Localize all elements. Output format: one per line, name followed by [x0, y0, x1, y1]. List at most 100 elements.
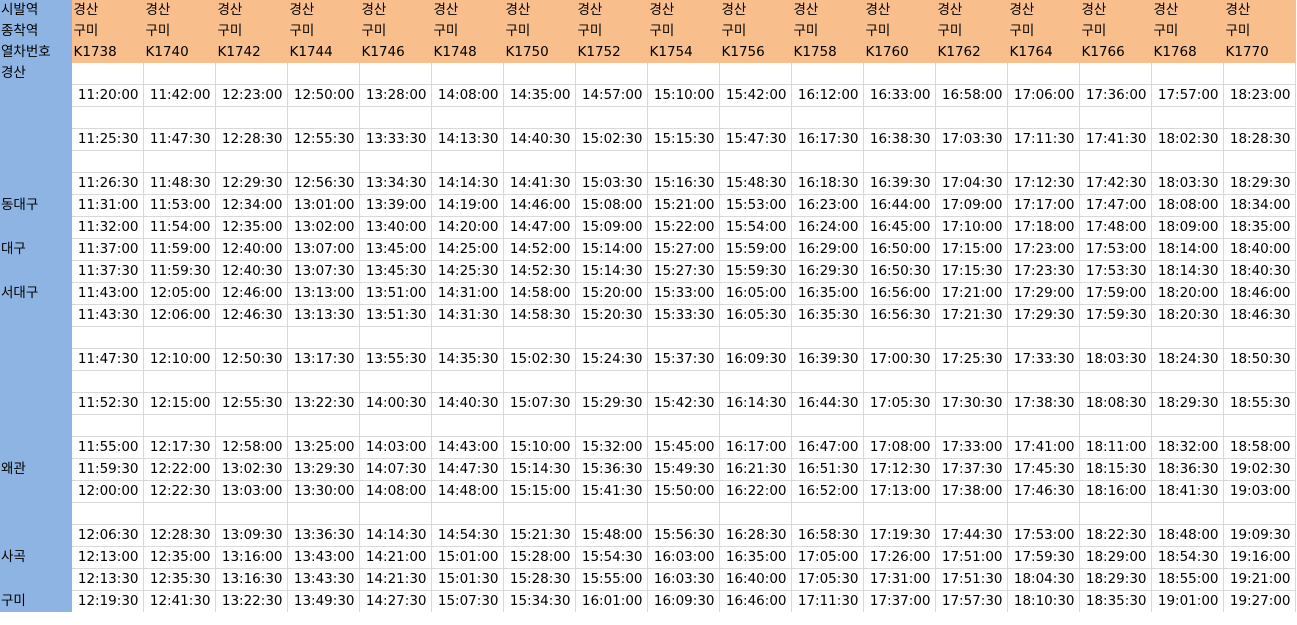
time-cell[interactable]: 17:11:30 [1007, 128, 1080, 151]
time-cell[interactable]: 17:57:00 [1151, 84, 1224, 107]
destination-station-cell[interactable]: 구미 [935, 21, 1008, 42]
time-cell[interactable]: 14:07:30 [359, 458, 432, 481]
time-cell[interactable] [1151, 502, 1224, 525]
time-cell[interactable] [71, 326, 144, 349]
time-cell[interactable]: 14:48:00 [431, 480, 504, 503]
time-cell[interactable]: 15:37:30 [647, 348, 720, 371]
time-cell[interactable] [935, 326, 1008, 349]
time-cell[interactable] [1223, 370, 1296, 393]
time-cell[interactable] [719, 106, 792, 129]
time-cell[interactable]: 17:26:00 [863, 546, 936, 569]
time-cell[interactable] [1007, 106, 1080, 129]
time-cell[interactable]: 15:55:00 [575, 568, 648, 591]
time-cell[interactable]: 16:12:00 [791, 84, 864, 107]
time-cell[interactable]: 17:05:00 [791, 546, 864, 569]
time-cell[interactable] [863, 106, 936, 129]
time-cell[interactable] [1079, 370, 1152, 393]
time-cell[interactable]: 18:08:00 [1151, 194, 1224, 217]
time-cell[interactable]: 15:36:30 [575, 458, 648, 481]
time-cell[interactable] [359, 150, 432, 173]
station-name-cell[interactable] [0, 502, 72, 525]
destination-station-cell[interactable]: 구미 [1223, 21, 1296, 42]
time-cell[interactable] [575, 63, 648, 85]
time-cell[interactable]: 17:59:30 [1079, 304, 1152, 327]
time-cell[interactable]: 17:00:30 [863, 348, 936, 371]
time-cell[interactable]: 17:17:00 [1007, 194, 1080, 217]
time-cell[interactable]: 16:24:00 [791, 216, 864, 239]
time-cell[interactable]: 12:56:30 [287, 172, 360, 195]
time-cell[interactable]: 11:43:30 [71, 304, 144, 327]
time-cell[interactable]: 19:03:00 [1223, 480, 1296, 503]
time-cell[interactable]: 12:06:00 [143, 304, 216, 327]
time-cell[interactable]: 13:36:30 [287, 524, 360, 547]
origin-station-cell[interactable]: 경산 [1007, 0, 1080, 21]
time-cell[interactable] [1079, 63, 1152, 85]
origin-station-cell[interactable]: 경산 [935, 0, 1008, 21]
time-cell[interactable]: 15:28:30 [503, 568, 576, 591]
time-cell[interactable]: 14:08:00 [359, 480, 432, 503]
time-cell[interactable]: 17:09:00 [935, 194, 1008, 217]
time-cell[interactable] [647, 150, 720, 173]
time-cell[interactable]: 12:22:30 [143, 480, 216, 503]
time-cell[interactable] [215, 326, 288, 349]
time-cell[interactable]: 14:43:00 [431, 436, 504, 459]
time-cell[interactable] [647, 326, 720, 349]
time-cell[interactable]: 15:08:00 [575, 194, 648, 217]
time-cell[interactable]: 18:55:30 [1223, 392, 1296, 415]
time-cell[interactable]: 18:35:30 [1079, 590, 1152, 612]
time-cell[interactable]: 18:03:30 [1079, 348, 1152, 371]
time-cell[interactable]: 16:44:00 [863, 194, 936, 217]
time-cell[interactable]: 18:36:30 [1151, 458, 1224, 481]
destination-station-cell[interactable]: 구미 [575, 21, 648, 42]
time-cell[interactable]: 15:29:30 [575, 392, 648, 415]
time-cell[interactable] [503, 63, 576, 85]
time-cell[interactable]: 14:58:30 [503, 304, 576, 327]
time-cell[interactable] [647, 63, 720, 85]
time-cell[interactable]: 15:53:00 [719, 194, 792, 217]
time-cell[interactable]: 16:58:30 [791, 524, 864, 547]
time-cell[interactable] [575, 370, 648, 393]
train-number-cell[interactable]: K1766 [1079, 42, 1152, 63]
station-name-cell[interactable]: 구미 [0, 590, 72, 612]
origin-station-cell[interactable]: 경산 [71, 0, 144, 21]
time-cell[interactable] [287, 150, 360, 173]
time-cell[interactable]: 12:55:30 [287, 128, 360, 151]
time-cell[interactable] [1007, 414, 1080, 437]
time-cell[interactable]: 15:27:00 [647, 238, 720, 261]
time-cell[interactable] [791, 370, 864, 393]
time-cell[interactable]: 14:19:00 [431, 194, 504, 217]
time-cell[interactable]: 16:52:00 [791, 480, 864, 503]
time-cell[interactable]: 13:40:00 [359, 216, 432, 239]
time-cell[interactable] [431, 370, 504, 393]
time-cell[interactable]: 12:06:30 [71, 524, 144, 547]
time-cell[interactable]: 11:32:00 [71, 216, 144, 239]
time-cell[interactable]: 11:43:00 [71, 282, 144, 305]
train-number-cell[interactable]: K1748 [431, 42, 504, 63]
time-cell[interactable]: 15:48:30 [719, 172, 792, 195]
time-cell[interactable]: 15:01:30 [431, 568, 504, 591]
time-cell[interactable] [575, 326, 648, 349]
time-cell[interactable] [503, 150, 576, 173]
time-cell[interactable] [863, 414, 936, 437]
time-cell[interactable] [71, 414, 144, 437]
time-cell[interactable]: 13:25:00 [287, 436, 360, 459]
time-cell[interactable]: 16:50:00 [863, 238, 936, 261]
time-cell[interactable]: 13:30:00 [287, 480, 360, 503]
time-cell[interactable] [431, 326, 504, 349]
train-number-cell[interactable]: K1756 [719, 42, 792, 63]
time-cell[interactable]: 11:48:30 [143, 172, 216, 195]
time-cell[interactable]: 13:09:30 [215, 524, 288, 547]
time-cell[interactable] [863, 150, 936, 173]
header-label[interactable]: 열차번호 [0, 42, 72, 63]
time-cell[interactable]: 17:51:30 [935, 568, 1008, 591]
time-cell[interactable]: 13:28:00 [359, 84, 432, 107]
time-cell[interactable]: 16:01:00 [575, 590, 648, 612]
time-cell[interactable]: 17:38:30 [1007, 392, 1080, 415]
time-cell[interactable] [863, 63, 936, 85]
header-label[interactable]: 시발역 [0, 0, 72, 21]
station-name-cell[interactable]: 경산 [0, 63, 72, 85]
origin-station-cell[interactable]: 경산 [287, 0, 360, 21]
train-number-cell[interactable]: K1760 [863, 42, 936, 63]
time-cell[interactable]: 17:51:00 [935, 546, 1008, 569]
time-cell[interactable]: 17:25:30 [935, 348, 1008, 371]
